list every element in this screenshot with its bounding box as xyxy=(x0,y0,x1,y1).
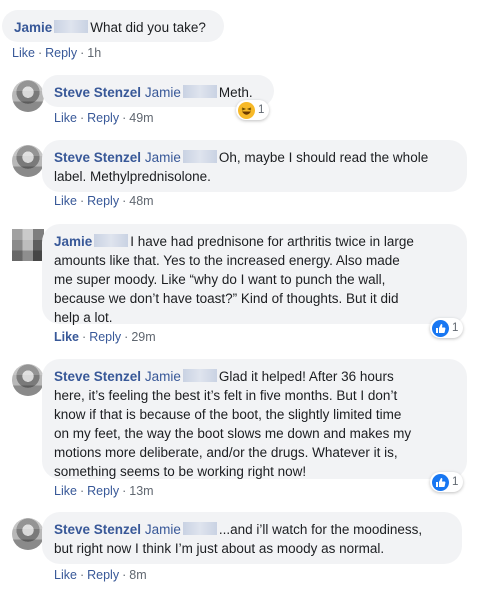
reaction-badge[interactable]: 1 xyxy=(430,318,464,338)
reply-button[interactable]: Reply xyxy=(89,330,121,344)
comment-bubble: Steve Stenzel Jamie Glad it helped! After… xyxy=(42,359,467,479)
reply-button[interactable]: Reply xyxy=(87,484,119,498)
comment-text: because we don’t have toast?” Kind of th… xyxy=(54,291,399,306)
comment-author[interactable]: Jamie xyxy=(14,20,52,35)
timestamp[interactable]: 8m xyxy=(129,568,146,582)
haha-icon xyxy=(238,101,255,119)
comment-text: here, it’s feeling the best it’s felt in… xyxy=(54,388,398,403)
comment-text: Glad it helped! After 36 hours xyxy=(218,369,394,384)
reply-button[interactable]: Reply xyxy=(87,194,119,208)
comment-text: Meth. xyxy=(218,85,253,100)
mention-link[interactable]: Jamie xyxy=(145,85,181,100)
comment-actions: Like · Reply · 49m xyxy=(54,111,154,125)
comment-text: label. Methylprednisolone. xyxy=(54,169,211,184)
reaction-badge[interactable]: 1 xyxy=(430,472,464,492)
like-button[interactable]: Like xyxy=(54,111,77,125)
redacted-name xyxy=(94,234,129,247)
comment-line: Jamie I have had prednisone for arthritis… xyxy=(54,232,455,251)
comment-text: motions more deliberate, and/or the drug… xyxy=(54,445,398,460)
comment-text: Oh, maybe I should read the whole xyxy=(218,150,429,165)
like-button[interactable]: Like xyxy=(12,46,35,60)
timestamp[interactable]: 1h xyxy=(87,46,101,60)
comment-text: amounts like that. Yes to the increased … xyxy=(54,253,400,268)
comment-bubble: Jamie What did you take? xyxy=(2,10,224,42)
avatar[interactable] xyxy=(12,518,44,550)
redacted-name xyxy=(54,20,89,33)
comment-text: something seems to be working right now! xyxy=(54,464,307,479)
comment-actions: Like · Reply · 13m xyxy=(54,484,154,498)
avatar[interactable] xyxy=(12,364,44,396)
comment-text: I have had prednisone for arthritis twic… xyxy=(130,234,414,249)
comment-line: Steve Stenzel Jamie Glad it helped! After… xyxy=(54,367,455,386)
comment-author[interactable]: Steve Stenzel xyxy=(54,369,141,384)
reply-button[interactable]: Reply xyxy=(87,111,119,125)
redacted-name xyxy=(182,369,217,382)
avatar[interactable] xyxy=(12,145,44,177)
timestamp[interactable]: 48m xyxy=(129,194,153,208)
comment-author[interactable]: Steve Stenzel xyxy=(54,150,141,165)
comment-author[interactable]: Jamie xyxy=(54,234,92,249)
reaction-badge[interactable]: 1 xyxy=(236,100,270,120)
reaction-count: 1 xyxy=(258,104,265,116)
redacted-name xyxy=(182,522,217,535)
comment-author[interactable]: Steve Stenzel xyxy=(54,522,141,537)
comment-line: Steve Stenzel Jamie ...and i’ll watch for… xyxy=(54,520,450,539)
comment-text: but right now I think I’m just about as … xyxy=(54,541,385,556)
comment-text: ...and i’ll watch for the moodiness, xyxy=(218,522,423,537)
comment-actions: Like · Reply · 29m xyxy=(54,330,156,344)
mention-link[interactable]: Jamie xyxy=(145,150,181,165)
timestamp[interactable]: 13m xyxy=(129,484,153,498)
comment-text: What did you take? xyxy=(90,20,206,35)
redacted-name xyxy=(182,85,217,98)
comment-author[interactable]: Steve Stenzel xyxy=(54,85,141,100)
mention-link[interactable]: Jamie xyxy=(145,369,181,384)
like-icon xyxy=(432,319,449,337)
like-button[interactable]: Like xyxy=(54,568,77,582)
timestamp[interactable]: 29m xyxy=(131,330,155,344)
comment-text: on my feet, the way the boot slows me do… xyxy=(54,426,412,441)
comment-text: help a lot. xyxy=(54,310,113,325)
like-button[interactable]: Like xyxy=(54,484,77,498)
comment-line: Steve Stenzel Jamie Oh, maybe I should re… xyxy=(54,148,455,167)
redacted-name xyxy=(182,150,217,163)
reply-button[interactable]: Reply xyxy=(45,46,77,60)
like-icon xyxy=(432,473,449,491)
reaction-count: 1 xyxy=(452,322,459,334)
comment-text: know if that is because of the boot, the… xyxy=(54,407,402,422)
avatar[interactable] xyxy=(12,229,44,261)
comment-actions: Like · Reply · 48m xyxy=(54,194,154,208)
reply-button[interactable]: Reply xyxy=(87,568,119,582)
like-button[interactable]: Like xyxy=(54,330,79,344)
avatar[interactable] xyxy=(12,80,44,112)
comment-bubble: Steve Stenzel Jamie Oh, maybe I should re… xyxy=(42,140,467,192)
comment-text: me super moody. Like “why do I want to p… xyxy=(54,272,386,287)
comment-actions: Like · Reply · 8m xyxy=(54,568,147,582)
comment-bubble: Jamie I have had prednisone for arthritis… xyxy=(42,224,467,325)
comment-actions: Like · Reply · 1h xyxy=(12,46,102,60)
timestamp[interactable]: 49m xyxy=(129,111,153,125)
mention-link[interactable]: Jamie xyxy=(145,522,181,537)
reaction-count: 1 xyxy=(452,476,459,488)
like-button[interactable]: Like xyxy=(54,194,77,208)
comment-bubble: Steve Stenzel Jamie ...and i’ll watch for… xyxy=(42,512,462,564)
